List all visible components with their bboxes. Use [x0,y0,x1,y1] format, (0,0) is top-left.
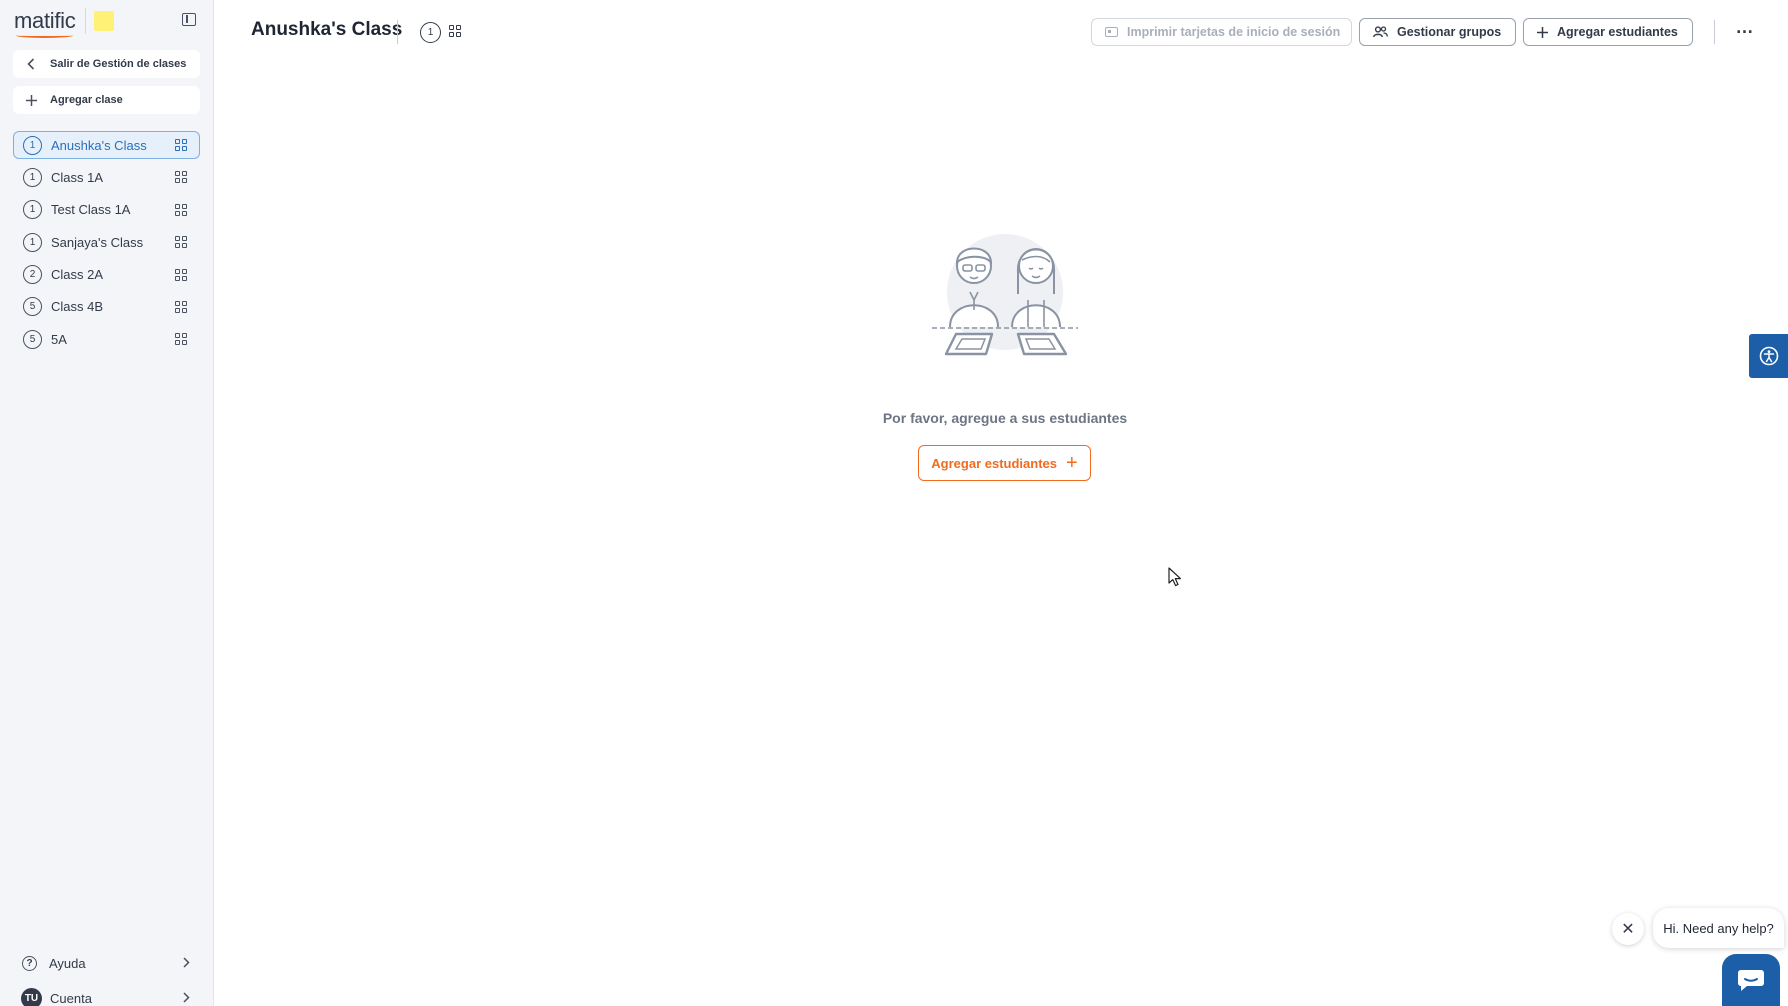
manage-groups-button[interactable]: Gestionar grupos [1359,18,1516,46]
help-label: Ayuda [49,955,86,971]
brand-divider [85,8,87,34]
class-grid-icon[interactable] [175,300,187,313]
add-students-cta-label: Agregar estudiantes [931,455,1057,471]
class-item[interactable]: 1 Test Class 1A [13,196,200,224]
chat-icon [1738,970,1764,991]
class-item[interactable]: 5 Class 4B [13,293,200,321]
class-name: Test Class 1A [51,202,131,218]
logo-text: matific [14,8,76,33]
class-item[interactable]: 1 Sanjaya's Class [13,228,200,256]
help-icon: ? [22,955,37,971]
accessibility-icon [1759,346,1778,366]
grade-badge: 1 [23,135,42,155]
class-name: Sanjaya's Class [51,234,144,250]
class-item[interactable]: 5 5A [13,325,200,353]
class-name: 5A [51,331,67,347]
chat-close-icon[interactable]: ✕ [1612,913,1644,945]
chevron-left-icon [25,58,37,70]
print-cards-label: Imprimir tarjetas de inicio de sesión [1127,25,1341,39]
exit-label: Salir de Gestión de clases [50,58,187,70]
school-badge [94,11,115,31]
page-title: Anushka's Class [251,19,403,40]
add-students-label: Agregar estudiantes [1557,25,1678,39]
id-card-icon [1105,27,1118,37]
brand: matific [14,8,115,38]
students-illustration-icon [932,234,1078,356]
chat-launcher-button[interactable] [1722,954,1780,1006]
plus-icon [25,94,37,106]
class-item[interactable]: 2 Class 2A [13,261,200,289]
class-grid-icon[interactable] [175,236,187,249]
class-list: 1 Anushka's Class 1 Class 1A 1 Test Clas… [13,131,200,358]
more-options-icon[interactable]: … [1733,18,1757,44]
class-grid-icon[interactable] [175,203,187,216]
chat-greeting-text: Hi. Need any help? [1663,920,1774,936]
account-label: Cuenta [50,990,92,1006]
class-name: Anushka's Class [51,137,147,153]
empty-state-message: Por favor, agregue a sus estudiantes [882,410,1128,426]
app-root: matific Salir de Gestión de clases Agreg… [0,0,1788,1006]
title-divider [397,20,398,44]
plus-icon: + [1066,452,1078,474]
class-name: Class 1A [51,169,104,185]
exit-class-management-button[interactable]: Salir de Gestión de clases [13,50,200,78]
grade-badge: 1 [23,232,42,252]
header-divider [1714,20,1715,44]
grade-badge: 1 [23,200,42,220]
print-login-cards-button[interactable]: Imprimir tarjetas de inicio de sesión [1091,18,1352,46]
class-grid-icon[interactable] [175,333,187,346]
grade-badge: 1 [420,22,441,43]
logo-swoosh [16,33,74,38]
class-grid-icon[interactable] [175,268,187,281]
chevron-right-icon [183,955,190,972]
chat-greeting-bubble[interactable]: Hi. Need any help? [1653,908,1784,948]
add-class-label: Agregar clase [50,94,123,106]
help-menu-item[interactable]: ? Ayuda [22,952,190,974]
chevron-right-icon [183,990,190,1006]
class-item[interactable]: 1 Anushka's Class [13,131,200,159]
account-menu-item[interactable]: TU Cuenta [21,987,190,1006]
add-class-button[interactable]: Agregar clase [13,86,200,114]
collapse-sidebar-icon[interactable] [182,13,196,26]
add-students-cta-button[interactable]: Agregar estudiantes + [918,445,1091,481]
plus-icon [1537,26,1548,38]
grade-badge: 2 [23,265,42,285]
class-grid-icon[interactable] [175,171,187,184]
grade-badge: 1 [23,167,42,187]
class-item[interactable]: 1 Class 1A [13,163,200,191]
class-name: Class 4B [51,299,104,315]
accessibility-widget-button[interactable] [1749,334,1788,378]
manage-groups-label: Gestionar grupos [1397,25,1502,39]
class-name: Class 2A [51,267,104,283]
grade-badge: 5 [23,297,42,317]
class-grid-icon[interactable] [175,139,187,151]
users-icon [1373,26,1388,38]
class-grid-icon[interactable] [449,25,462,38]
mouse-pointer-icon [1168,567,1181,587]
matific-logo[interactable]: matific [14,8,76,38]
grade-badge: 5 [23,329,42,349]
avatar: TU [21,987,42,1006]
add-students-button[interactable]: Agregar estudiantes [1523,18,1693,46]
sidebar: matific Salir de Gestión de clases Agreg… [0,0,214,1006]
